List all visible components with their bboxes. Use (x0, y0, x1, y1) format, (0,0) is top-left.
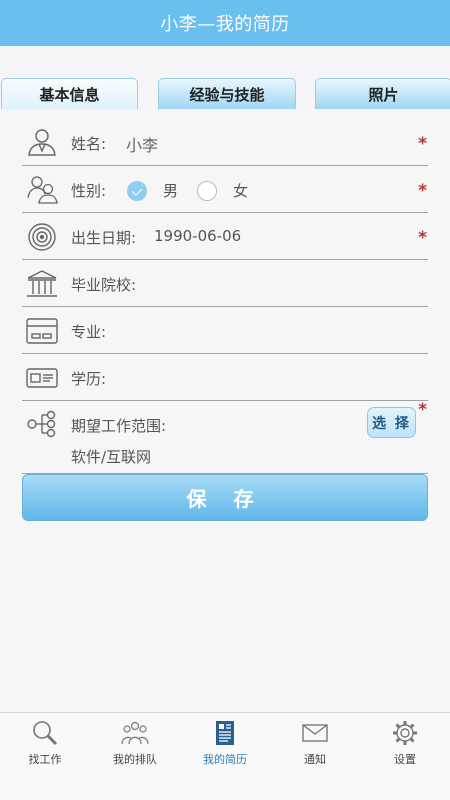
save-button[interactable]: 保 存 (22, 474, 428, 521)
nav-settings-label: 设置 (394, 753, 416, 766)
expected-scope-row: 期望工作范围: 选 择 * 软件/互联网 (22, 400, 428, 474)
education-row: 学历: (22, 354, 428, 401)
nav-my-resume[interactable]: 我的简历 (180, 720, 270, 768)
nav-find-job[interactable]: 找工作 (0, 720, 90, 768)
required-marker: * (418, 181, 427, 201)
id-card-icon (25, 363, 59, 393)
required-marker: * (418, 228, 427, 248)
search-icon (31, 720, 59, 746)
tab-experience-skills[interactable]: 经验与技能 (158, 78, 296, 109)
tab-basic-info[interactable]: 基本信息 (1, 78, 138, 110)
nav-settings[interactable]: 设置 (360, 720, 450, 768)
name-label: 姓名: (71, 135, 107, 153)
major-row: 专业: (22, 307, 428, 354)
resume-icon (211, 720, 239, 746)
nav-my-queue-label: 我的排队 (113, 753, 157, 766)
gender-male-radio[interactable] (127, 181, 147, 201)
major-label: 专业: (71, 323, 107, 341)
hierarchy-icon (25, 409, 59, 439)
nav-find-job-label: 找工作 (28, 753, 62, 766)
education-label: 学历: (71, 370, 107, 388)
mail-icon (301, 720, 329, 746)
gear-icon (391, 720, 419, 746)
gender-female-label: 女 (233, 182, 249, 200)
required-marker: * (418, 400, 427, 420)
name-input[interactable]: 小李 (126, 132, 158, 156)
page-title: 小李—我的简历 (160, 14, 290, 35)
school-label: 毕业院校: (71, 276, 137, 294)
card-icon (25, 316, 59, 346)
gender-users-icon (25, 174, 59, 204)
nav-my-queue[interactable]: 我的排队 (90, 720, 180, 768)
expected-scope-label: 期望工作范围: (71, 417, 167, 435)
form-panel: 姓名: 小李 * 性别: 男 女 * 出生日期: 1990-06-06 * 毕业… (0, 109, 450, 712)
name-row: 姓名: 小李 * (22, 119, 428, 166)
nav-notifications-label: 通知 (304, 753, 326, 766)
tab-photo[interactable]: 照片 (315, 78, 450, 109)
gender-row: 性别: 男 女 * (22, 166, 428, 213)
select-scope-button[interactable]: 选 择 (367, 407, 416, 438)
user-icon (25, 127, 59, 157)
app-header: 小李—我的简历 (0, 0, 450, 46)
gender-female-radio[interactable] (197, 181, 217, 201)
school-building-icon (25, 269, 59, 299)
birthday-input[interactable]: 1990-06-06 (154, 227, 241, 245)
birthday-label: 出生日期: (71, 229, 137, 247)
gender-male-label: 男 (163, 182, 179, 200)
birthday-row: 出生日期: 1990-06-06 * (22, 213, 428, 260)
people-icon (121, 720, 149, 746)
nav-my-resume-label: 我的简历 (203, 753, 247, 766)
required-marker: * (418, 134, 427, 154)
bottom-nav: 找工作 我的排队 我的简历 通知 设置 (0, 712, 450, 800)
school-row: 毕业院校: (22, 260, 428, 307)
expected-scope-value: 软件/互联网 (71, 448, 152, 466)
tab-bar: 基本信息 经验与技能 照片 (0, 78, 450, 110)
target-icon (25, 222, 59, 252)
nav-notifications[interactable]: 通知 (270, 720, 360, 768)
gender-label: 性别: (71, 182, 107, 200)
